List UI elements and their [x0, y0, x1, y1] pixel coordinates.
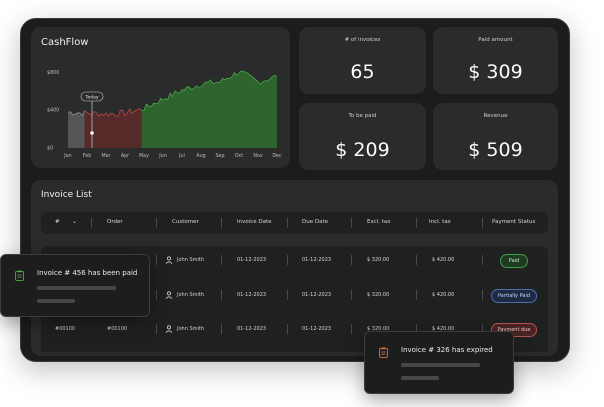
col-header-invoice-date[interactable]: Invoice Date: [237, 219, 272, 225]
row-divider: [221, 324, 222, 334]
to-be-paid-label: To be paid: [348, 113, 377, 119]
col-header-excl-tax[interactable]: Excl. tax: [367, 219, 390, 225]
row-divider: [287, 324, 288, 334]
cell-customer: John Smith: [177, 326, 205, 332]
cashflow-chart: Jan Feb Mar Apr May Jun Jul Aug Sep Oct Nov Dec $800…: [47, 70, 282, 159]
series-area-gray: [68, 110, 85, 148]
clipboard-icon: [15, 270, 24, 281]
cell-order: #00100: [107, 326, 128, 332]
toast-paid-message: Invoice # 456 has been paid: [37, 269, 138, 277]
x-tick-label: Aug: [196, 153, 205, 159]
cell-excl-tax: $ 320.00: [367, 292, 390, 298]
y-tick-label: $800: [47, 70, 59, 76]
paid-amount-value: $ 309: [468, 61, 523, 83]
revenue-label: Revenue: [483, 113, 508, 119]
x-tick-label: Sep: [215, 153, 224, 159]
revenue-value: $ 509: [468, 139, 523, 161]
to-be-paid-card: To be paid $ 209: [299, 103, 426, 170]
x-tick-label: Feb: [83, 153, 92, 159]
row-divider: [351, 324, 352, 334]
series-area-red: [84, 108, 142, 148]
row-divider: [287, 290, 288, 300]
invoices-count-label: # of invoices: [344, 37, 381, 43]
invoice-table-header: # ⌄ Order Customer Invoice Date Due Date…: [41, 212, 548, 234]
paid-amount-label: Paid amount: [478, 37, 513, 43]
col-divider: [351, 218, 352, 228]
to-be-paid-value: $ 209: [335, 139, 390, 161]
row-divider: [221, 255, 222, 265]
col-header-incl-tax[interactable]: Incl. tax: [429, 219, 451, 225]
col-divider: [416, 218, 417, 228]
col-header-num[interactable]: #: [55, 219, 60, 225]
x-tick-label: May: [139, 153, 149, 159]
series-area-green: [141, 71, 277, 148]
row-divider: [416, 255, 417, 265]
row-divider: [221, 290, 222, 300]
toast-expired-message: Invoice # 326 has expired: [401, 346, 493, 354]
col-header-due-date[interactable]: Due Date: [302, 219, 328, 225]
cell-customer: John Smith: [177, 292, 205, 298]
row-divider: [156, 324, 157, 334]
placeholder-line: [37, 299, 75, 303]
cell-excl-tax: $ 320.00: [367, 257, 390, 263]
placeholder-line: [37, 286, 116, 290]
col-divider: [482, 218, 483, 228]
row-divider: [156, 290, 157, 300]
col-divider: [91, 218, 92, 228]
col-header-payment-status[interactable]: Payment Status: [492, 219, 535, 225]
clipboard-icon: [379, 347, 388, 358]
today-label: Today: [84, 95, 98, 101]
row-divider: [482, 290, 483, 300]
cell-due-date: 01-12-2023: [302, 292, 332, 298]
today-point: [90, 131, 94, 135]
cell-due-date: 01-12-2023: [302, 257, 332, 263]
chevron-down-icon[interactable]: ⌄: [72, 218, 77, 225]
toast-invoice-expired[interactable]: Invoice # 326 has expired: [364, 331, 514, 394]
col-header-customer[interactable]: Customer: [172, 219, 199, 225]
revenue-card: Revenue $ 509: [433, 103, 558, 170]
row-divider: [156, 255, 157, 265]
col-divider: [156, 218, 157, 228]
paid-amount-card: Paid amount $ 309: [433, 27, 558, 94]
invoices-count-card: # of invoices 65: [299, 27, 426, 94]
cell-invoice-date: 01-12-2023: [237, 326, 267, 332]
col-divider: [287, 218, 288, 228]
invoices-count-value: 65: [350, 61, 375, 83]
row-divider: [351, 290, 352, 300]
toast-invoice-paid[interactable]: Invoice # 456 has been paid: [0, 254, 150, 317]
x-tick-label: Mar: [101, 153, 110, 159]
y-tick-label: $0: [47, 146, 53, 152]
y-tick-label: $400: [47, 108, 59, 114]
x-tick-label: Oct: [235, 153, 243, 159]
cell-invoice-date: 01-12-2023: [237, 257, 267, 263]
user-icon: [165, 325, 173, 333]
placeholder-line: [401, 376, 439, 380]
invoice-list-title: Invoice List: [41, 190, 92, 200]
placeholder-line: [401, 363, 480, 367]
col-header-order[interactable]: Order: [107, 219, 123, 225]
cell-incl-tax: $ 420.00: [432, 292, 455, 298]
cell-customer: John Smith: [177, 257, 205, 263]
cell-invoice-date: 01-12-2023: [237, 292, 267, 298]
user-icon: [165, 256, 173, 264]
row-divider: [351, 255, 352, 265]
x-tick-label: Jul: [178, 153, 185, 159]
x-tick-label: Dec: [272, 153, 282, 159]
x-tick-label: Jan: [63, 153, 71, 159]
cashflow-card: CashFlow Jan Feb Mar Apr May Jun Jul Aug Sep Oct N…: [31, 27, 290, 168]
cell-num: #00100: [55, 326, 76, 332]
status-badge: Partially Paid: [491, 289, 537, 303]
x-tick-label: Nov: [253, 153, 263, 159]
x-tick-label: Jun: [158, 153, 167, 159]
status-badge: Paid: [500, 254, 528, 268]
cell-incl-tax: $ 420.00: [432, 257, 455, 263]
col-divider: [221, 218, 222, 228]
cell-due-date: 01-12-2023: [302, 326, 332, 332]
row-divider: [482, 255, 483, 265]
row-divider: [287, 255, 288, 265]
x-tick-label: Apr: [121, 153, 129, 159]
row-divider: [416, 290, 417, 300]
user-icon: [165, 291, 173, 299]
